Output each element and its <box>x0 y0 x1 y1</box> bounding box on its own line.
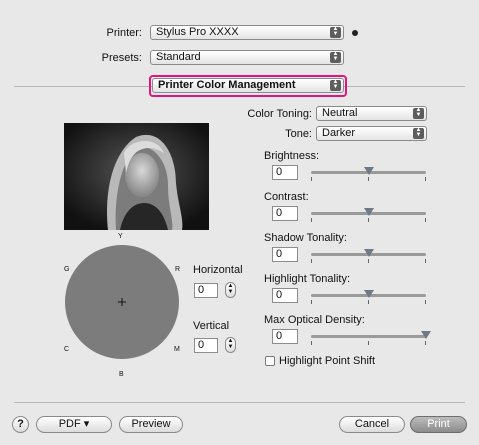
wheel-label-b: B <box>119 371 124 378</box>
pdf-button[interactable]: PDF ▾ <box>36 416 112 433</box>
slider-label: Highlight Tonality: <box>264 273 351 285</box>
slider-label: Max Optical Density: <box>264 314 365 326</box>
slider-thumb[interactable] <box>421 331 431 339</box>
slider-value-field[interactable]: 0 <box>272 247 298 262</box>
slider-value-field[interactable]: 0 <box>272 165 298 180</box>
popup-arrows-icon: ▲ ▼ <box>413 127 424 139</box>
wheel-label-m: M <box>174 346 180 353</box>
wheel-label-r: R <box>175 266 181 273</box>
slider-label: Brightness: <box>264 150 320 162</box>
slider-tick <box>368 300 369 304</box>
slider-thumb[interactable] <box>364 167 374 175</box>
highlight-point-shift-checkbox[interactable] <box>265 356 275 366</box>
wheel-label-c: C <box>64 346 70 353</box>
slider-label: Shadow Tonality: <box>264 232 347 244</box>
presets-value: Standard <box>156 51 201 63</box>
printer-value: Stylus Pro XXXX <box>156 26 239 38</box>
print-button[interactable]: Print <box>410 416 467 433</box>
slider-track[interactable] <box>311 335 426 338</box>
horizontal-label: Horizontal <box>193 264 243 276</box>
preview-photo <box>64 123 209 230</box>
slider-tick <box>311 259 312 263</box>
printer-status-icon <box>352 30 358 36</box>
slider-label: Contrast: <box>264 191 309 203</box>
vertical-field[interactable]: 0 <box>194 338 218 353</box>
slider-thumb[interactable] <box>364 290 374 298</box>
slider-tick <box>311 177 312 181</box>
color-toning-popup[interactable]: Neutral ▲ ▼ <box>316 106 427 121</box>
slider-value-field[interactable]: 0 <box>272 288 298 303</box>
highlight-point-shift-label: Highlight Point Shift <box>279 355 375 367</box>
slider-tick <box>311 300 312 304</box>
separator <box>14 402 465 403</box>
slider-value-field[interactable]: 0 <box>272 206 298 221</box>
slider-tick <box>425 300 426 304</box>
portrait-image <box>64 123 209 230</box>
help-button[interactable]: ? <box>12 416 29 433</box>
panel-popup[interactable]: Printer Color Management ▲ ▼ <box>152 78 344 93</box>
printer-popup[interactable]: Stylus Pro XXXX ▲ ▼ <box>150 25 344 40</box>
printer-label: Printer: <box>106 27 142 39</box>
vertical-label: Vertical <box>193 320 230 332</box>
wheel-label-y: Y <box>118 233 123 240</box>
slider-tick <box>425 259 426 263</box>
slider-thumb[interactable] <box>364 249 374 257</box>
horizontal-stepper[interactable]: ▲ ▼ <box>225 282 236 298</box>
vertical-stepper[interactable]: ▲ ▼ <box>225 337 236 353</box>
print-dialog: Printer: Stylus Pro XXXX ▲ ▼ Presets: Sta… <box>0 0 479 445</box>
preview-button[interactable]: Preview <box>119 416 183 433</box>
popup-arrows-icon: ▲ ▼ <box>330 26 341 38</box>
slider-tick <box>311 341 312 345</box>
tone-popup[interactable]: Darker ▲ ▼ <box>316 126 427 141</box>
popup-arrows-icon: ▲ ▼ <box>330 79 341 91</box>
presets-label: Presets: <box>101 52 142 64</box>
slider-tick <box>425 341 426 345</box>
presets-popup[interactable]: Standard ▲ ▼ <box>150 50 344 65</box>
color-adjust-wheel[interactable] <box>63 243 181 361</box>
slider-value-field[interactable]: 0 <box>272 329 298 344</box>
slider-tick <box>368 177 369 181</box>
popup-arrows-icon: ▲ ▼ <box>413 107 424 119</box>
slider-tick <box>425 218 426 222</box>
horizontal-field[interactable]: 0 <box>194 283 218 298</box>
wheel-label-g: G <box>64 266 70 273</box>
panel-value: Printer Color Management <box>158 79 296 91</box>
slider-tick <box>311 218 312 222</box>
slider-tick <box>368 259 369 263</box>
tone-value: Darker <box>322 127 356 139</box>
color-toning-label: Color Toning: <box>247 108 312 120</box>
tone-label: Tone: <box>285 128 312 140</box>
cancel-button[interactable]: Cancel <box>339 416 405 433</box>
slider-tick <box>368 218 369 222</box>
slider-tick <box>425 177 426 181</box>
color-toning-value: Neutral <box>322 107 358 119</box>
slider-thumb[interactable] <box>364 208 374 216</box>
popup-arrows-icon: ▲ ▼ <box>330 51 341 63</box>
slider-tick <box>368 341 369 345</box>
